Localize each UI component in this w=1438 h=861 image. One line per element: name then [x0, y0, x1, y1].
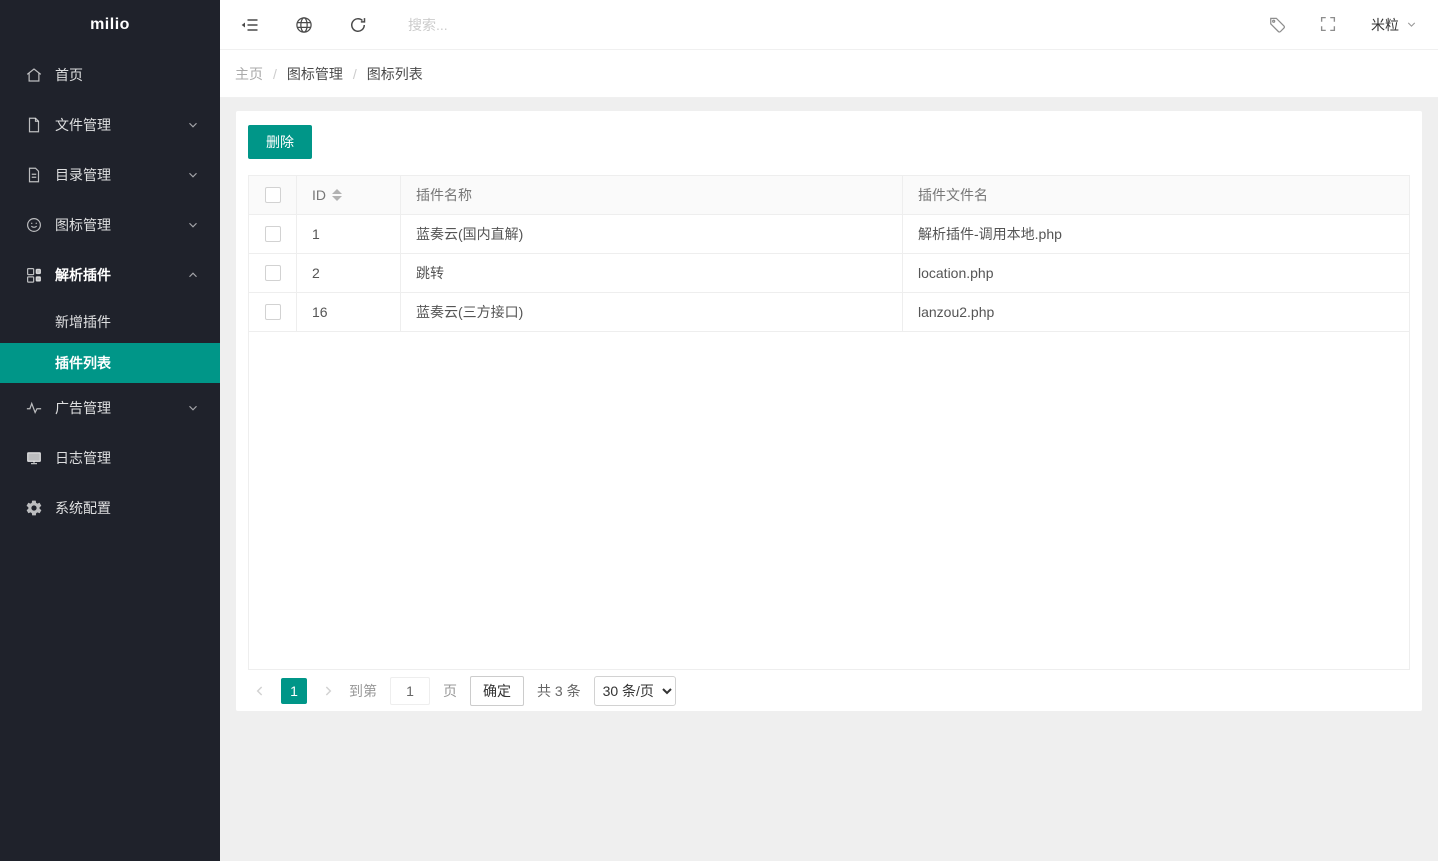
smiley-icon [25, 216, 43, 234]
sort-toggle[interactable] [332, 189, 342, 201]
sidebar-subitem-add-plugin[interactable]: 新增插件 [0, 300, 220, 343]
sidebar-item-label: 首页 [55, 67, 83, 83]
cell-id: 1 [297, 215, 401, 253]
table-header-id: ID [297, 176, 401, 214]
sidebar-item-logs[interactable]: 日志管理 [0, 433, 220, 483]
chevron-down-icon [186, 168, 200, 182]
breadcrumb: 主页 / 图标管理 / 图标列表 [220, 50, 1438, 98]
topbar: 米粒 [220, 0, 1438, 50]
sidebar-subitem-plugin-list[interactable]: 插件列表 [0, 343, 220, 383]
cell-file: location.php [918, 265, 994, 281]
components-icon [25, 266, 43, 284]
app-logo: milio [90, 16, 130, 33]
tag-icon[interactable] [1267, 15, 1287, 35]
table-body: 1 蓝奏云(国内直解) 解析插件-调用本地.php 2 跳转 location.… [249, 215, 1409, 332]
sidebar-item-label: 系统配置 [55, 500, 111, 516]
chevron-down-icon [186, 401, 200, 415]
refresh-icon[interactable] [348, 15, 368, 35]
table-header-name: 插件名称 [401, 176, 903, 214]
content-area: 删除 ID 插件名称 插件文件名 1 蓝奏云(国内直解) 解析插件-调用本地.p… [220, 98, 1438, 861]
table-row[interactable]: 1 蓝奏云(国内直解) 解析插件-调用本地.php [249, 215, 1409, 254]
row-checkbox[interactable] [264, 265, 281, 281]
per-page-select[interactable]: 30 条/页 [593, 675, 676, 706]
collapse-sidebar-icon[interactable] [240, 15, 260, 35]
chevron-up-icon [186, 268, 200, 282]
user-menu[interactable]: 米粒 [1371, 15, 1418, 35]
sidebar-item-settings[interactable]: 系统配置 [0, 483, 220, 533]
cell-id: 16 [297, 293, 401, 331]
breadcrumb-item: 图标管理 [286, 65, 343, 82]
sidebar-item-label: 图标管理 [55, 217, 111, 233]
sidebar-subitem-label: 新增插件 [55, 313, 111, 330]
pulse-icon [25, 399, 43, 417]
table-empty-space [249, 332, 1409, 669]
plugin-list-card: 删除 ID 插件名称 插件文件名 1 蓝奏云(国内直解) 解析插件-调用本地.p… [236, 111, 1422, 711]
table-header-checkbox-cell [249, 176, 297, 214]
delete-button[interactable]: 删除 [248, 125, 312, 159]
sidebar-item-label: 解析插件 [55, 267, 111, 283]
total-count-label: 共 3 条 [537, 682, 581, 699]
sidebar-item-label: 广告管理 [55, 400, 111, 416]
sidebar-item-label: 目录管理 [55, 167, 111, 183]
file-icon [25, 116, 43, 134]
table-row[interactable]: 2 跳转 location.php [249, 254, 1409, 293]
plugin-table: ID 插件名称 插件文件名 1 蓝奏云(国内直解) 解析插件-调用本地.php [248, 175, 1410, 670]
prev-page-icon[interactable] [252, 683, 268, 699]
pagination: 1 到第 页 确定 共 3 条 30 条/页 [248, 670, 1410, 711]
sidebar-item-files[interactable]: 文件管理 [0, 100, 220, 150]
next-page-icon[interactable] [320, 683, 336, 699]
sidebar-subitem-label: 插件列表 [55, 355, 111, 371]
table-header-row: ID 插件名称 插件文件名 [249, 176, 1409, 215]
sidebar-item-home[interactable]: 首页 [0, 50, 220, 100]
table-row[interactable]: 16 蓝奏云(三方接口) lanzou2.php [249, 293, 1409, 332]
main-area: 米粒 主页 / 图标管理 / 图标列表 删除 [220, 0, 1438, 861]
breadcrumb-separator: / [352, 65, 357, 82]
confirm-page-button[interactable]: 确定 [470, 675, 524, 706]
chevron-down-icon [186, 118, 200, 132]
file-text-icon [25, 166, 43, 184]
sidebar-nav: 首页 文件管理 目录管理 图标管理 解析插件 新增插件 插件列表 广告管理 日志… [0, 50, 220, 861]
cell-name: 蓝奏云(国内直解) [401, 215, 903, 253]
cell-file: 解析插件-调用本地.php [918, 226, 1062, 242]
goto-page-input[interactable] [390, 676, 430, 705]
cell-name: 蓝奏云(三方接口) [401, 293, 903, 331]
home-icon [25, 66, 43, 84]
sidebar-item-label: 文件管理 [55, 117, 111, 133]
breadcrumb-home[interactable]: 主页 [235, 64, 263, 84]
sidebar: milio 首页 文件管理 目录管理 图标管理 解析插件 新增插件 插件列表 广… [0, 0, 220, 861]
breadcrumb-item: 图标列表 [366, 65, 423, 82]
row-checkbox[interactable] [264, 226, 281, 242]
fullscreen-icon[interactable] [1319, 15, 1339, 35]
sidebar-item-directory[interactable]: 目录管理 [0, 150, 220, 200]
chevron-down-icon [1405, 18, 1418, 31]
cell-id: 2 [297, 254, 401, 292]
cell-name: 跳转 [401, 254, 903, 292]
sidebar-item-icons[interactable]: 图标管理 [0, 200, 220, 250]
current-page-button[interactable]: 1 [281, 677, 307, 704]
sidebar-item-plugins[interactable]: 解析插件 [0, 250, 220, 300]
globe-icon[interactable] [294, 15, 314, 35]
sidebar-item-label: 日志管理 [55, 450, 111, 466]
cell-file: lanzou2.php [918, 304, 995, 320]
page-unit-label: 页 [443, 682, 457, 699]
select-all-checkbox[interactable] [264, 187, 281, 203]
gear-icon [25, 499, 43, 517]
goto-label: 到第 [349, 682, 377, 699]
search-input[interactable] [408, 16, 588, 33]
row-checkbox[interactable] [264, 304, 281, 320]
chevron-down-icon [186, 218, 200, 232]
user-name: 米粒 [1371, 16, 1399, 33]
breadcrumb-separator: / [273, 65, 277, 82]
sidebar-item-ads[interactable]: 广告管理 [0, 383, 220, 433]
table-header-file: 插件文件名 [918, 187, 988, 203]
monitor-icon [25, 449, 43, 467]
